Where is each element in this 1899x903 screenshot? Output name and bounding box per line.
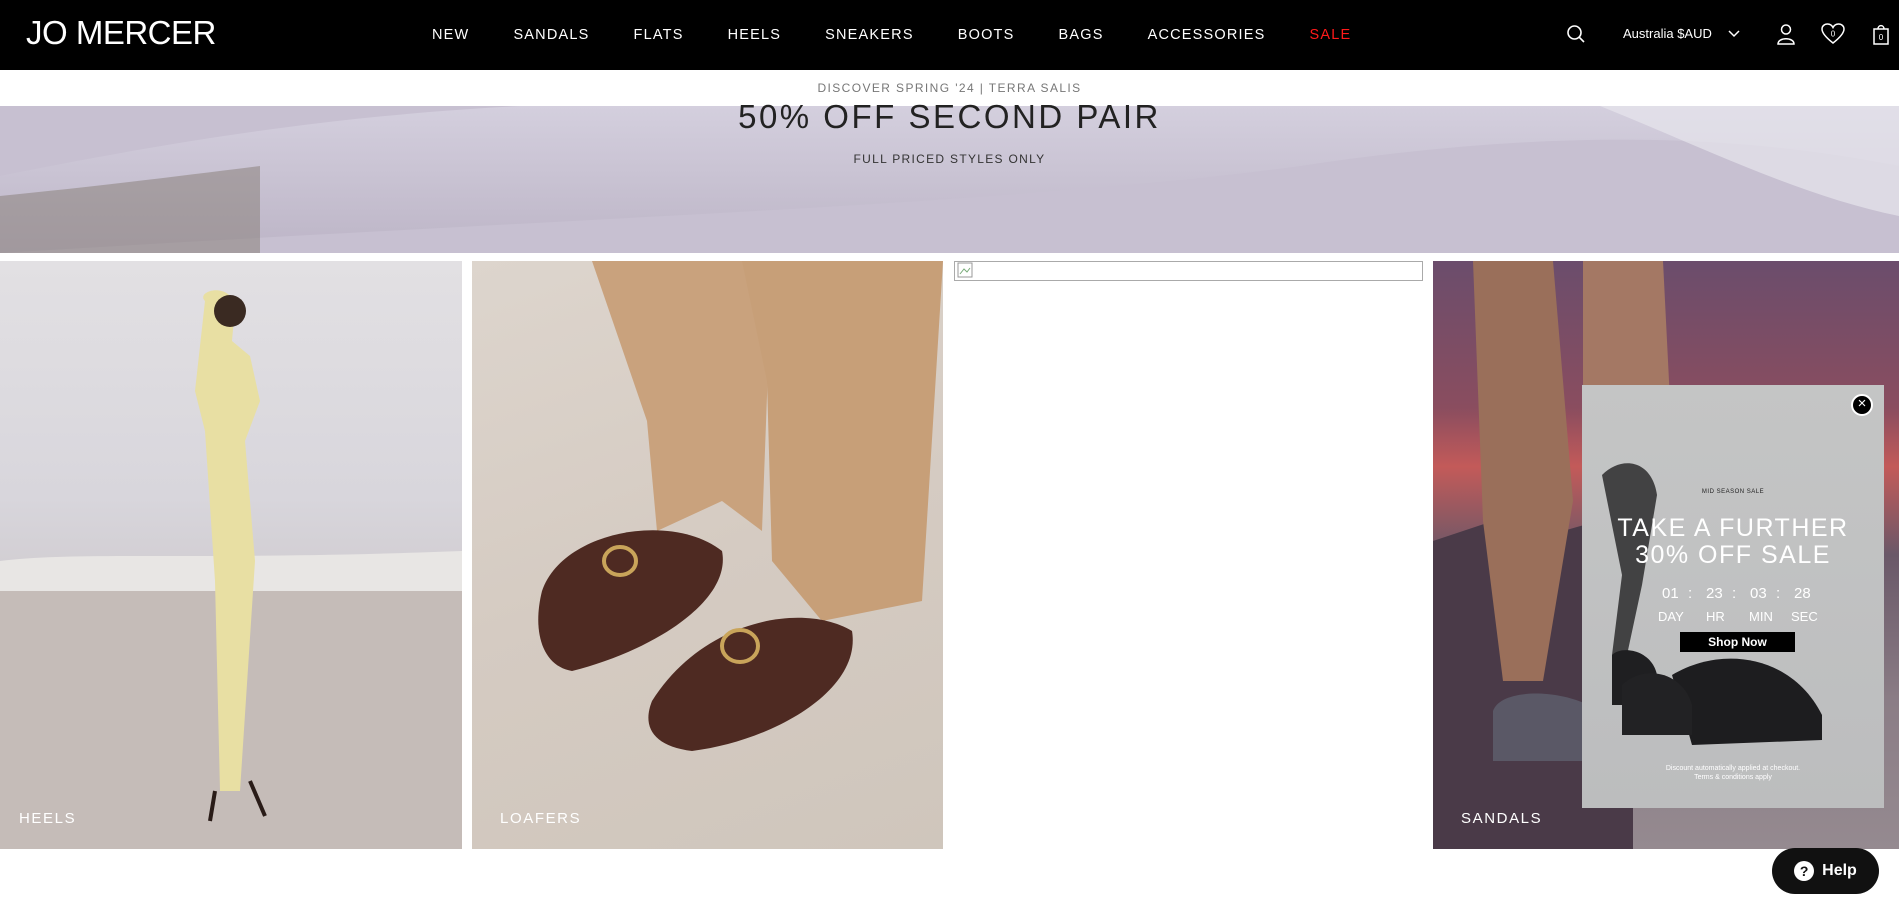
hero-title: 50% OFF SECOND PAIR	[738, 98, 1161, 135]
hero-subtitle: FULL PRICED STYLES ONLY	[853, 152, 1046, 166]
broken-image-placeholder	[954, 261, 1423, 281]
country-selector[interactable]: Australia $AUD	[1623, 26, 1712, 41]
nav-sandals[interactable]: SANDALS	[513, 27, 589, 43]
popup-footer-line2: Terms & conditions apply	[1694, 774, 1772, 781]
loafers-image	[538, 261, 943, 751]
popup-footer-line1: Discount automatically applied at checko…	[1665, 765, 1801, 772]
promo-popup[interactable]: MID SEASON SALE TAKE A FURTHER 30% OFF S…	[1582, 385, 1884, 808]
nav-bags[interactable]: BAGS	[1058, 27, 1103, 43]
timer-sep-3: :	[1776, 585, 1781, 602]
unit-sec: SEC	[1791, 609, 1818, 624]
timer-min: 03	[1750, 585, 1767, 602]
popup-footer: Discount automatically applied at checko…	[1582, 764, 1884, 782]
nav-sneakers[interactable]: SNEAKERS	[825, 27, 914, 43]
nav-accessories[interactable]: ACCESSORIES	[1148, 27, 1266, 43]
popup-title: TAKE A FURTHER 30% OFF SALE	[1582, 515, 1884, 569]
help-icon: ?	[1794, 861, 1815, 881]
unit-hr: HR	[1706, 609, 1725, 624]
chevron-down-icon[interactable]	[1727, 24, 1741, 49]
tile-label-sandals: SANDALS	[1461, 810, 1543, 827]
nav-heels[interactable]: HEELS	[728, 27, 782, 43]
heels-model-image	[0, 290, 462, 849]
category-tile-heels[interactable]: HEELS	[0, 261, 462, 849]
nav-boots[interactable]: BOOTS	[958, 27, 1015, 43]
category-tile-loafers[interactable]: LOAFERS	[472, 261, 943, 849]
cart-icon[interactable]: 0	[1869, 22, 1893, 46]
unit-min: MIN	[1749, 609, 1773, 624]
popup-eyebrow: MID SEASON SALE	[1701, 489, 1765, 495]
svg-text:0: 0	[1831, 30, 1836, 39]
site-header: JO MERCER NEW SANDALS FLATS HEELS SNEAKE…	[0, 0, 1899, 70]
timer-sep-2: :	[1732, 585, 1737, 602]
popup-title-line2: 30% OFF SALE	[1635, 541, 1831, 569]
tile-label-loafers: LOAFERS	[500, 810, 582, 827]
unit-day: DAY	[1658, 609, 1684, 624]
promo-strip-text: DISCOVER SPRING '24 | TERRA SALIS	[817, 81, 1082, 95]
close-icon[interactable]: ×	[1851, 394, 1873, 416]
main-nav: NEW SANDALS FLATS HEELS SNEAKERS BOOTS B…	[432, 0, 1395, 70]
help-label: Help	[1822, 862, 1857, 879]
timer-hr: 23	[1706, 585, 1723, 602]
wishlist-icon[interactable]: 0	[1821, 22, 1845, 46]
nav-sale[interactable]: SALE	[1310, 27, 1352, 43]
timer-sep-1: :	[1688, 585, 1693, 602]
search-icon[interactable]	[1564, 22, 1588, 46]
account-icon[interactable]	[1774, 22, 1798, 46]
shop-now-button[interactable]: Shop Now	[1680, 632, 1795, 652]
popup-title-line1: TAKE A FURTHER	[1617, 514, 1849, 542]
svg-text:0: 0	[1879, 33, 1884, 42]
timer-day: 01	[1662, 585, 1679, 602]
nav-new[interactable]: NEW	[432, 27, 469, 43]
category-tile-empty[interactable]	[954, 261, 1423, 849]
logo[interactable]: JO MERCER	[26, 14, 216, 52]
timer-sec: 28	[1794, 585, 1811, 602]
nav-flats[interactable]: FLATS	[634, 27, 684, 43]
help-button[interactable]: ? Help	[1772, 848, 1879, 894]
tile-label-heels: HEELS	[19, 810, 77, 827]
